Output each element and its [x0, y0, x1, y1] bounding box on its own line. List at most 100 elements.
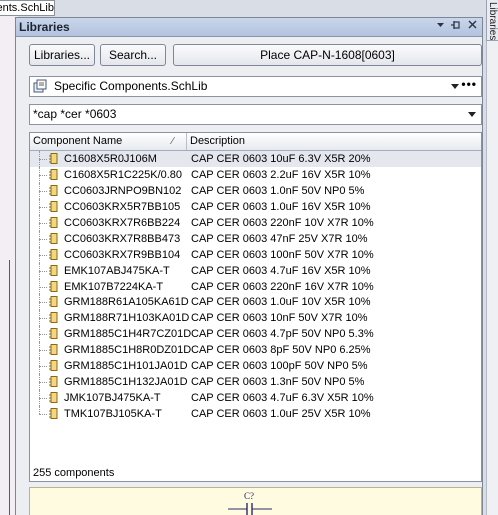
search-button[interactable]: Search...: [100, 44, 166, 66]
component-name: GRM1885C1H101JA01D: [64, 360, 188, 373]
component-name: EMK107B7224KA-T: [64, 280, 164, 293]
table-row[interactable]: C1608X5R0J106M CAP CER 0603 10uF 6.3V X5…: [30, 151, 481, 167]
capacitor-symbol-icon: [228, 503, 272, 515]
component-description: CAP CER 0603 4.7uF 16V X5R 10%: [191, 264, 371, 277]
sort-icon: ∕: [172, 136, 174, 147]
table-row[interactable]: EMK107ABJ475KA-T CAP CER 0603 4.7uF 16V …: [30, 262, 481, 279]
document-tab[interactable]: Specific Components.SchLib: [0, 0, 55, 16]
component-description: CAP CER 0603 4.7uF 6.3V X5R 10%: [191, 392, 374, 405]
component-name: GRM188R71H103KA01D: [64, 312, 190, 325]
component-description: CAP CER 0603 220nF 10V X7R 10%: [191, 216, 374, 229]
tree-branch: [39, 302, 47, 304]
right-panel-tab-label: Libraries: [487, 2, 498, 41]
component-name: JMK107BJ475KA-T: [64, 392, 161, 405]
tree-branch: [39, 174, 47, 176]
column-header-label: Component Name: [33, 135, 123, 147]
table-row[interactable]: CC0603KRX7R8BB473 CAP CER 0603 47nF 25V …: [30, 230, 481, 247]
component-grid: Component Name ∕ Description C1608X5R0J1…: [29, 132, 482, 482]
tree-branch: [39, 159, 47, 160]
tree-branch: [39, 238, 47, 240]
table-row[interactable]: GRM1885C1H101JA01D CAP CER 0603 100pF 50…: [30, 358, 481, 375]
tree-branch: [39, 254, 47, 256]
component-name: TMK107BJ105KA-T: [64, 408, 162, 420]
pin-icon[interactable]: [449, 20, 462, 33]
component-icon: [49, 168, 59, 180]
component-name: GRM1885C1H4R7CZ01D: [64, 328, 192, 341]
library-selector-value: Specific Components.SchLib: [54, 79, 208, 93]
filter-value: *cap *cer *0603: [33, 107, 117, 121]
panel-header: Libraries: [16, 18, 482, 37]
column-header-description[interactable]: Description: [187, 133, 481, 150]
tree-branch: [39, 222, 47, 224]
component-description: CAP CER 0603 4.7pF 50V NP0 5.3%: [191, 328, 374, 341]
component-icon: [49, 248, 59, 260]
component-icon: [49, 312, 59, 324]
component-icon: [49, 264, 59, 276]
table-row[interactable]: CC0603KRX5R7BB105 CAP CER 0603 1.0uF 16V…: [30, 198, 481, 215]
component-description: CAP CER 0603 47nF 25V X7R 10%: [191, 232, 368, 245]
library-selector[interactable]: Specific Components.SchLib •••: [29, 76, 482, 97]
more-options-button[interactable]: •••: [461, 75, 477, 94]
component-icon: [49, 216, 59, 228]
component-name: C1608X5R0J106M: [64, 153, 157, 165]
table-row[interactable]: JMK107BJ475KA-T CAP CER 0603 4.7uF 6.3V …: [30, 390, 481, 406]
component-description: CAP CER 0603 2.2uF 16V X5R 10%: [191, 168, 371, 181]
component-name: CC0603KRX7R8BB473: [64, 232, 181, 245]
component-description: CAP CER 0603 8pF 50V NP0 6.25%: [191, 344, 371, 357]
tree-branch: [39, 398, 47, 400]
document-tab-title: Specific Components.SchLib: [0, 2, 54, 14]
component-description: CAP CER 0603 1.0uF 10V X5R 10%: [191, 296, 371, 309]
component-icon: [49, 200, 59, 212]
right-panel-tab-libraries[interactable]: Libraries: [486, 0, 498, 41]
tree-branch: [39, 350, 47, 352]
table-row[interactable]: CC0603JRNPO9BN102 CAP CER 0603 1.0nF 50V…: [30, 182, 481, 199]
tree-branch: [39, 190, 47, 192]
chevron-down-icon[interactable]: [451, 84, 459, 89]
table-row[interactable]: GRM1885C1H8R0DZ01D CAP CER 0603 8pF 50V …: [30, 342, 481, 359]
component-description: CAP CER 0603 1.0uF 16V X5R 10%: [191, 200, 371, 213]
component-description: CAP CER 0603 100pF 50V NP0 5%: [191, 360, 368, 373]
tree-branch: [39, 334, 47, 336]
panel-title: Libraries: [19, 20, 70, 34]
column-header-label: Description: [190, 135, 246, 147]
table-row[interactable]: GRM188R61A105KA61D CAP CER 0603 1.0uF 10…: [30, 294, 481, 311]
component-icon: [49, 392, 59, 404]
dropdown-menu-icon[interactable]: [434, 20, 447, 33]
table-row[interactable]: GRM1885C1H4R7CZ01D CAP CER 0603 4.7pF 50…: [30, 326, 481, 343]
tree-branch: [39, 286, 47, 288]
component-name: CC0603KRX7R6BB224: [64, 216, 181, 229]
component-description: CAP CER 0603 1.0uF 25V X5R 10%: [191, 408, 371, 420]
place-component-button[interactable]: Place CAP-N-1608[0603]: [173, 44, 482, 66]
tree-branch: [39, 206, 47, 208]
filter-field[interactable]: *cap *cer *0603: [29, 104, 482, 125]
component-icon: [49, 153, 59, 164]
table-row[interactable]: CC0603KRX7R9BB104 CAP CER 0603 100nF 50V…: [30, 246, 481, 263]
schematic-wire: [9, 260, 10, 515]
column-header-component-name[interactable]: Component Name ∕: [30, 133, 187, 150]
close-icon[interactable]: [466, 20, 479, 33]
component-description: CAP CER 0603 220nF 16V X7R 10%: [191, 280, 374, 293]
component-name: GRM1885C1H132JA01D: [64, 376, 188, 389]
component-icon: [49, 360, 59, 372]
tree-branch: [39, 414, 47, 415]
library-icon: [33, 79, 47, 93]
table-row[interactable]: CC0603KRX7R6BB224 CAP CER 0603 220nF 10V…: [30, 214, 481, 231]
tree-line: [39, 406, 40, 414]
libraries-panel: Libraries Libraries... Search... Place C…: [15, 17, 483, 515]
right-panel-strip: [486, 0, 498, 515]
grid-header: Component Name ∕ Description: [30, 133, 481, 151]
libraries-button[interactable]: Libraries...: [29, 44, 95, 66]
component-icon: [49, 328, 59, 340]
table-row[interactable]: GRM1885C1H132JA01D CAP CER 0603 1.3nF 50…: [30, 374, 481, 391]
tree-branch: [39, 366, 47, 368]
tree-branch: [39, 382, 47, 384]
chevron-down-icon[interactable]: [468, 112, 476, 117]
table-row[interactable]: TMK107BJ105KA-T CAP CER 0603 1.0uF 25V X…: [30, 406, 481, 422]
component-description: CAP CER 0603 100nF 50V X7R 10%: [191, 248, 374, 261]
table-row[interactable]: GRM188R71H103KA01D CAP CER 0603 10nF 50V…: [30, 310, 481, 327]
table-row[interactable]: EMK107B7224KA-T CAP CER 0603 220nF 16V X…: [30, 278, 481, 295]
component-name: EMK107ABJ475KA-T: [64, 264, 170, 277]
table-row[interactable]: C1608X5R1C225K/0.80 CAP CER 0603 2.2uF 1…: [30, 166, 481, 183]
component-icon: [49, 344, 59, 356]
component-description: CAP CER 0603 10nF 50V X7R 10%: [191, 312, 368, 325]
